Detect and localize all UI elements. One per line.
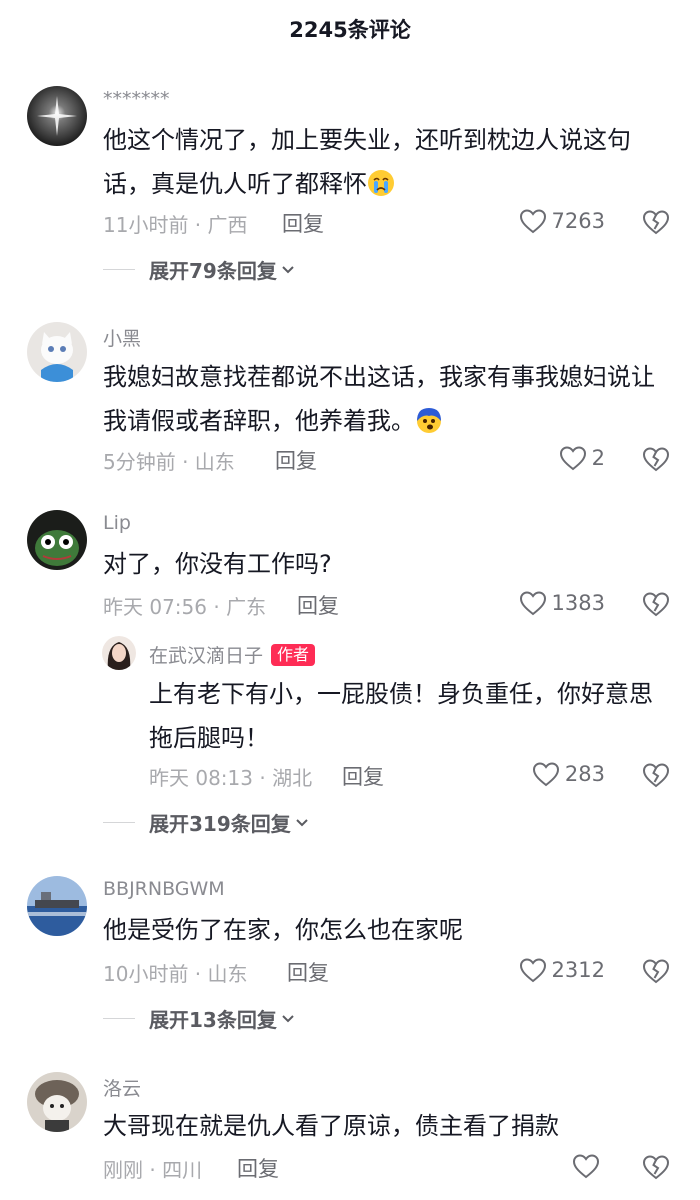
expand-replies-button[interactable]: 展开79条回复: [103, 255, 295, 284]
chevron-down-icon: [296, 818, 308, 826]
divider-line: [103, 1018, 135, 1019]
username[interactable]: Lip: [103, 512, 131, 534]
username[interactable]: BBJRNBGWM: [103, 878, 225, 900]
heart-icon: [572, 1154, 600, 1179]
broken-heart-icon: [642, 763, 670, 788]
reply-username: 在武汉滴日子: [149, 645, 264, 667]
username[interactable]: *******: [103, 88, 170, 110]
avatar[interactable]: [27, 876, 87, 936]
crying-face-emoji: [368, 170, 394, 196]
chevron-down-icon: [282, 1014, 294, 1022]
comment-text: 他是受伤了在家，你怎么也在家呢: [103, 916, 463, 944]
expand-replies-button[interactable]: 展开13条回复: [103, 1004, 295, 1033]
avatar[interactable]: [27, 322, 87, 382]
username[interactable]: 洛云: [103, 1074, 141, 1101]
comment-text: 大哥现在就是仇人看了原谅，债主看了捐款: [103, 1112, 559, 1140]
avatar[interactable]: [102, 636, 136, 670]
expand-replies-label: 展开79条回复: [149, 259, 277, 283]
username[interactable]: 小黑: [103, 324, 141, 351]
like-button[interactable]: [572, 1151, 605, 1181]
dislike-button[interactable]: [641, 445, 671, 475]
comment-text: 上有老下有小，一屁股债！身负重任，你好意思拖后腿吗！: [149, 680, 653, 752]
broken-heart-icon: [642, 959, 670, 984]
shocked-face-emoji: [417, 408, 441, 433]
comment-meta: 10小时前 · 山东: [103, 962, 248, 986]
expand-replies-button[interactable]: 展开319条回复: [103, 808, 309, 837]
like-count: 2: [591, 446, 605, 470]
like-count: 283: [564, 762, 605, 786]
like-count: 2312: [551, 958, 605, 982]
dislike-button[interactable]: [641, 590, 671, 620]
heart-icon: [519, 209, 546, 234]
heart-icon: [519, 958, 546, 983]
comment-meta: 5分钟前 · 山东: [103, 450, 235, 474]
reply-button[interactable]: 回复: [275, 445, 317, 475]
reply-button[interactable]: 回复: [287, 957, 329, 987]
dislike-button[interactable]: [641, 957, 671, 987]
expand-replies-label: 展开319条回复: [149, 812, 291, 836]
author-badge: 作者: [271, 644, 316, 666]
username[interactable]: 在武汉滴日子 作者: [149, 641, 316, 668]
avatar[interactable]: [27, 1072, 87, 1132]
comment-text: 他这个情况了，加上要失业，还听到枕边人说这句话，真是仇人听了都释怀: [103, 118, 668, 206]
reply-button[interactable]: 回复: [237, 1153, 279, 1183]
reply-button[interactable]: 回复: [342, 761, 384, 791]
divider-line: [103, 269, 135, 270]
broken-heart-icon: [642, 592, 670, 617]
comment-meta: 昨天 07:56 · 广东: [103, 595, 267, 619]
comment-text: 对了，你没有工作吗?: [103, 550, 332, 578]
like-button[interactable]: 2312: [519, 955, 605, 985]
broken-heart-icon: [642, 1155, 670, 1180]
comment-meta: 昨天 08:13 · 湖北: [149, 766, 313, 790]
like-button[interactable]: 7263: [519, 206, 605, 236]
like-button[interactable]: 2: [559, 443, 605, 473]
like-count: 7263: [551, 209, 605, 233]
comment-text-content: 我媳妇故意找茬都说不出这话，我家有事我媳妇说让我请假或者辞职，他养着我。: [103, 363, 655, 435]
dislike-button[interactable]: [641, 761, 671, 791]
avatar[interactable]: [27, 510, 87, 570]
like-button[interactable]: 1383: [519, 588, 605, 618]
comment-text: 我媳妇故意找茬都说不出这话，我家有事我媳妇说让我请假或者辞职，他养着我。: [103, 355, 668, 443]
heart-icon: [519, 591, 546, 616]
chevron-down-icon: [282, 265, 294, 273]
reply-button[interactable]: 回复: [282, 208, 324, 238]
expand-replies-label: 展开13条回复: [149, 1008, 277, 1032]
like-button[interactable]: 283: [532, 759, 605, 789]
heart-icon: [532, 762, 559, 787]
broken-heart-icon: [642, 210, 670, 235]
comment-meta: 刚刚 · 四川: [103, 1158, 203, 1182]
comment-meta: 11小时前 · 广西: [103, 213, 248, 237]
like-count: 1383: [551, 591, 605, 615]
dislike-button[interactable]: [641, 208, 671, 238]
reply-button[interactable]: 回复: [297, 590, 339, 620]
dislike-button[interactable]: [641, 1153, 671, 1183]
avatar[interactable]: [27, 86, 87, 146]
broken-heart-icon: [642, 447, 670, 472]
divider-line: [103, 822, 135, 823]
heart-icon: [559, 446, 586, 471]
comment-count-title: 2245条评论: [289, 18, 411, 42]
